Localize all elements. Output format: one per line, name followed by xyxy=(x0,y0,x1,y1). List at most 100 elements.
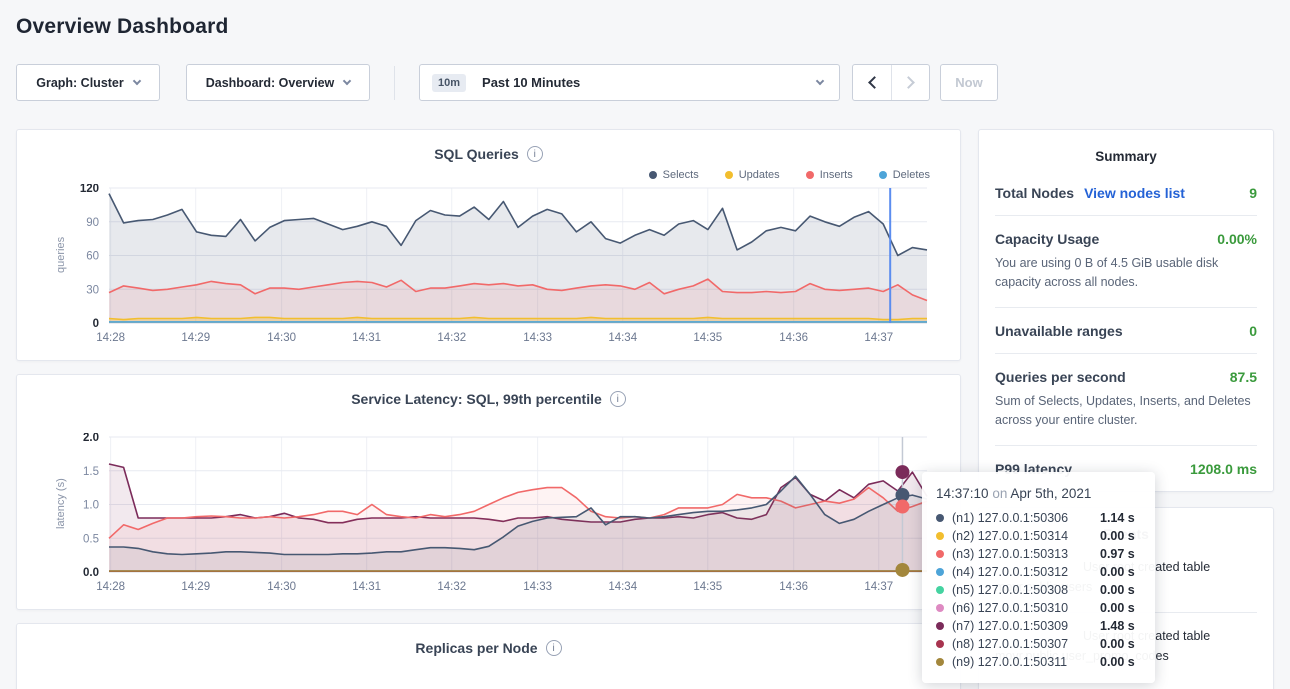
replicas-per-node-card: Replicas per Node i xyxy=(16,623,961,689)
tooltip-row: (n5) 127.0.0.1:503080.00 s xyxy=(936,581,1141,599)
toolbar-divider xyxy=(394,66,395,100)
dashboard-selector-dropdown[interactable]: Dashboard: Overview xyxy=(186,64,370,101)
svg-text:90: 90 xyxy=(86,217,99,229)
svg-text:14:30: 14:30 xyxy=(267,332,296,344)
legend-label: Deletes xyxy=(893,169,930,181)
tooltip-row: (n8) 127.0.0.1:503070.00 s xyxy=(936,635,1141,653)
svg-text:14:29: 14:29 xyxy=(181,581,210,593)
metric-value: 1208.0 ms xyxy=(1190,461,1257,477)
svg-text:30: 30 xyxy=(86,284,99,296)
svg-text:1.0: 1.0 xyxy=(83,500,99,512)
chevron-down-icon xyxy=(816,77,824,85)
legend-label: Selects xyxy=(663,169,699,181)
toolbar: Graph: Cluster Dashboard: Overview 10m P… xyxy=(16,64,1274,101)
metric-value: 0 xyxy=(1249,323,1257,339)
charts-column: SQL Queries i Selects Updates Inserts Delet… xyxy=(16,129,961,689)
service-latency-chart[interactable]: 14:2814:2914:3014:3114:3214:3314:3414:35… xyxy=(37,433,937,598)
svg-text:14:31: 14:31 xyxy=(352,581,381,593)
tooltip-node-label: (n1) 127.0.0.1:50306 xyxy=(952,511,1100,525)
metric-label: Queries per second xyxy=(995,369,1126,385)
service-latency-y-axis-label: latency (s) xyxy=(55,433,67,575)
tooltip-date: Apr 5th, 2021 xyxy=(1010,486,1091,501)
legend-label: Inserts xyxy=(820,169,853,181)
info-icon[interactable]: i xyxy=(546,640,562,656)
legend-dot-icon xyxy=(649,171,657,179)
svg-text:14:33: 14:33 xyxy=(523,581,552,593)
legend-item[interactable]: Updates xyxy=(725,169,780,181)
tooltip-row: (n2) 127.0.0.1:503140.00 s xyxy=(936,527,1141,545)
legend-dot-icon xyxy=(806,171,814,179)
tooltip-on-text: on xyxy=(992,486,1007,501)
node-series-dot-icon xyxy=(936,640,944,648)
graph-selector-label: Graph: Cluster xyxy=(36,76,124,90)
view-nodes-list-link[interactable]: View nodes list xyxy=(1084,185,1185,201)
legend-item[interactable]: Inserts xyxy=(806,169,853,181)
sql-queries-title: SQL Queries xyxy=(434,146,519,162)
legend-item[interactable]: Selects xyxy=(649,169,699,181)
svg-text:0: 0 xyxy=(93,318,99,330)
svg-text:14:36: 14:36 xyxy=(779,581,808,593)
svg-text:14:35: 14:35 xyxy=(693,581,722,593)
sql-queries-chart[interactable]: 14:2814:2914:3014:3114:3214:3314:3414:35… xyxy=(37,184,937,349)
svg-text:14:31: 14:31 xyxy=(352,332,381,344)
sql-queries-legend: Selects Updates Inserts Deletes xyxy=(29,166,930,184)
time-forward-button[interactable] xyxy=(891,65,929,100)
tooltip-row: (n4) 127.0.0.1:503120.00 s xyxy=(936,563,1141,581)
time-range-selector[interactable]: 10m Past 10 Minutes xyxy=(419,64,840,101)
svg-text:14:37: 14:37 xyxy=(864,581,893,593)
tooltip-time: 14:37:10 xyxy=(936,486,989,501)
metric-description: You are using 0 B of 4.5 GiB usable disk… xyxy=(995,254,1257,293)
chart-hover-tooltip: 14:37:10 on Apr 5th, 2021 (n1) 127.0.0.1… xyxy=(922,472,1155,683)
svg-text:14:35: 14:35 xyxy=(693,332,722,344)
legend-label: Updates xyxy=(739,169,780,181)
graph-selector-dropdown[interactable]: Graph: Cluster xyxy=(16,64,160,101)
info-icon[interactable]: i xyxy=(527,146,543,162)
sql-queries-card: SQL Queries i Selects Updates Inserts Delet… xyxy=(16,129,961,361)
chevron-down-icon xyxy=(343,77,351,85)
tooltip-node-label: (n3) 127.0.0.1:50313 xyxy=(952,547,1100,561)
sql-queries-y-axis-label: queries xyxy=(55,184,67,326)
tooltip-timestamp: 14:37:10 on Apr 5th, 2021 xyxy=(936,486,1141,501)
service-latency-chart-area: latency (s) 14:2814:2914:3014:3114:3214:… xyxy=(29,433,948,603)
tooltip-node-label: (n2) 127.0.0.1:50314 xyxy=(952,529,1100,543)
svg-text:14:34: 14:34 xyxy=(608,581,637,593)
tooltip-node-label: (n4) 127.0.0.1:50312 xyxy=(952,565,1100,579)
chevron-right-icon xyxy=(902,76,915,89)
legend-dot-icon xyxy=(879,171,887,179)
svg-text:14:37: 14:37 xyxy=(864,332,893,344)
overview-dashboard-page: Overview Dashboard Graph: Cluster Dashbo… xyxy=(0,0,1290,689)
replicas-per-node-title: Replicas per Node xyxy=(415,640,537,656)
svg-text:14:32: 14:32 xyxy=(437,581,466,593)
svg-text:14:30: 14:30 xyxy=(267,581,296,593)
tooltip-node-value: 0.00 s xyxy=(1100,601,1135,615)
now-button[interactable]: Now xyxy=(940,64,998,101)
node-series-dot-icon xyxy=(936,604,944,612)
svg-text:0.0: 0.0 xyxy=(83,567,99,579)
legend-item[interactable]: Deletes xyxy=(879,169,930,181)
svg-text:14:34: 14:34 xyxy=(608,332,637,344)
svg-text:14:28: 14:28 xyxy=(96,332,125,344)
summary-card: Summary Total Nodes View nodes list 9 Ca… xyxy=(978,129,1274,492)
tooltip-node-value: 0.00 s xyxy=(1100,655,1135,669)
svg-text:120: 120 xyxy=(80,184,99,195)
metric-value: 87.5 xyxy=(1230,369,1257,385)
node-series-dot-icon xyxy=(936,568,944,576)
metric-total-nodes: Total Nodes View nodes list 9 xyxy=(995,170,1257,216)
node-series-dot-icon xyxy=(936,658,944,666)
tooltip-node-label: (n5) 127.0.0.1:50308 xyxy=(952,583,1100,597)
sql-queries-chart-area: queries 14:2814:2914:3014:3114:3214:3314… xyxy=(29,184,948,354)
metric-capacity-usage: Capacity Usage 0.00% You are using 0 B o… xyxy=(995,216,1257,308)
time-back-button[interactable] xyxy=(853,65,891,100)
chevron-left-icon xyxy=(868,76,881,89)
legend-dot-icon xyxy=(725,171,733,179)
svg-text:14:33: 14:33 xyxy=(523,332,552,344)
tooltip-node-value: 1.48 s xyxy=(1100,619,1135,633)
chevron-down-icon xyxy=(133,77,141,85)
service-latency-title: Service Latency: SQL, 99th percentile xyxy=(351,391,602,407)
tooltip-row: (n1) 127.0.0.1:503061.14 s xyxy=(936,509,1141,527)
tooltip-row: (n7) 127.0.0.1:503091.48 s xyxy=(936,617,1141,635)
info-icon[interactable]: i xyxy=(610,391,626,407)
summary-heading: Summary xyxy=(995,130,1257,170)
tooltip-node-value: 1.14 s xyxy=(1100,511,1135,525)
page-title: Overview Dashboard xyxy=(0,0,1290,39)
